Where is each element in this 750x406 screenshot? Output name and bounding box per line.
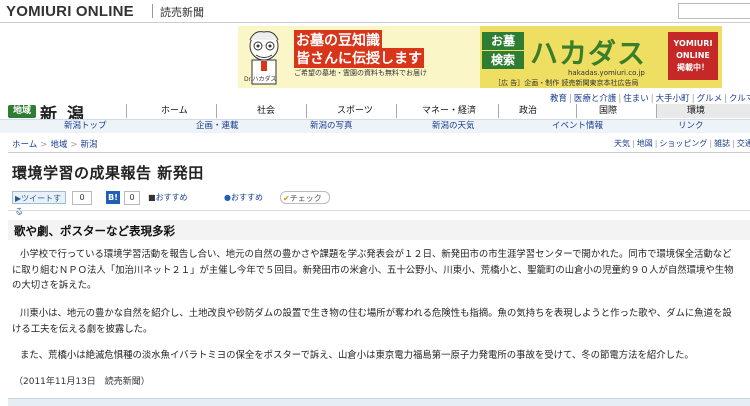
recommend-button-2[interactable]: ●おすすめ [224,191,280,204]
breadcrumb-region[interactable]: 地域 [50,140,67,150]
ad-headline-1: お墓の豆知識 [294,30,382,50]
util-link-housing[interactable]: 住まい [623,94,649,104]
recommend-icon: ■ [148,193,156,202]
logo-divider [152,4,153,18]
subnav-photos[interactable]: 新潟の写真 [310,120,353,133]
breadcrumb: ホーム > 地域 > 新潟 [12,138,98,150]
site-logo[interactable]: YOMIURI ONLINE [6,3,134,20]
region-badge: 地域 [8,105,36,118]
subnav-series[interactable]: 企画・連載 [196,120,239,133]
mascot-label: Dr.ハカダス [244,76,277,83]
service-traffic[interactable]: 交通 [737,139,750,148]
article-paragraph-1: 小学校で行っている環境学習活動を報告し合い、地元の自然の豊かさや課題を学ぶ発表会… [12,249,734,291]
divider [8,210,750,211]
util-link-education[interactable]: 教育 [550,94,567,104]
yomiuri-line-1: YOMIURI [673,39,713,48]
recommend-button-1[interactable]: ■おすすめ [148,191,204,204]
site-header: YOMIURI ONLINE 読売新聞 [0,0,750,23]
util-link-gourmet[interactable]: グルメ [697,94,723,104]
subnav-niigata-top[interactable]: 新潟トップ [64,120,107,133]
tweet-count: 0 [72,191,92,205]
yomiuri-line-3: 掲載中！ [677,63,709,72]
breadcrumb-arrow-icon: > [40,140,48,150]
ad-url: hakadas.yomiuri.co.jp [568,69,645,77]
nav-environment[interactable]: 環境 [656,104,750,118]
ad-credit: ［広 告］企画・制作 読売新聞東京本社広告局 [494,79,639,87]
ad-ohaka-label: お墓 [482,32,524,50]
article-headline: 環境学習の成果報告 新発田 [12,164,204,182]
utility-links: 教育 | 医療と介護 | 住まい | 大手小町 | グルメ | クルマ [550,92,750,104]
sub-nav: 新潟トップ 企画・連載 新潟の写真 新潟の天気 イベント情報 リンク [0,119,750,133]
service-shopping[interactable]: ショッピング [659,139,707,148]
article-subhead: 歌や劇、ポスターなど表現多彩 [14,224,175,238]
article-paragraph-3: また、荒橋小は絶滅危惧種の淡水魚イバラトミヨの保全をポスターで訴え、山倉小は東京… [20,350,694,361]
ad-headline-2: 皆さんに伝授します [294,48,424,68]
service-links: 天気 | 地図 | ショッピング | 雑誌 | 交通 [614,138,750,149]
breadcrumb-home[interactable]: ホーム [12,140,37,150]
ad-yomiuri-badge: YOMIURI ONLINE 掲載中！ [668,32,718,80]
article-dateline: （2011年11月13日 読売新聞） [14,377,150,387]
bullet-icon: ● [224,193,231,202]
divider [8,152,750,153]
service-weather[interactable]: 天気 [614,139,630,148]
article-paragraph-2: 川東小は、地元の豊かな自然を紹介し、土地改良や砂防ダムの設置で生き物の住む場所が… [12,308,732,335]
newspaper-name[interactable]: 読売新聞 [160,4,204,20]
search-input[interactable] [678,3,750,19]
yomiuri-line-2: ONLINE [676,51,710,60]
service-magazine[interactable]: 雑誌 [714,139,730,148]
tweet-button[interactable]: ▶ツイートする [12,191,66,216]
breadcrumb-niigata[interactable]: 新潟 [81,140,98,150]
breadcrumb-arrow-icon: > [70,140,78,150]
util-link-medical[interactable]: 医療と介護 [574,94,617,104]
hatena-bookmark-button[interactable]: B! [106,191,120,204]
check-icon: ✔ [283,194,290,203]
ad-search-label: 検索 [482,51,524,69]
subnav-weather[interactable]: 新潟の天気 [432,120,475,133]
main-nav: ホーム 社会 スポーツ マネー・経済 政治 国際 環境 [126,104,750,118]
mixi-check-button[interactable]: ✔チェック [280,191,330,204]
hatena-count: 0 [124,191,140,205]
subnav-links[interactable]: リンク [678,120,704,133]
util-link-car[interactable]: クルマ [729,94,750,104]
ad-brand: ハカダス [530,37,647,70]
subnav-events[interactable]: イベント情報 [552,120,603,133]
service-map[interactable]: 地図 [637,139,653,148]
ad-subtext: ご希望の墓地・霊園の資料も無料でお届け [294,69,427,77]
util-link-komachi[interactable]: 大手小町 [656,94,690,104]
ad-banner[interactable]: Dr.ハカダス お墓の豆知識 皆さんに伝授します ご希望の墓地・霊園の資料も無料… [238,26,722,88]
